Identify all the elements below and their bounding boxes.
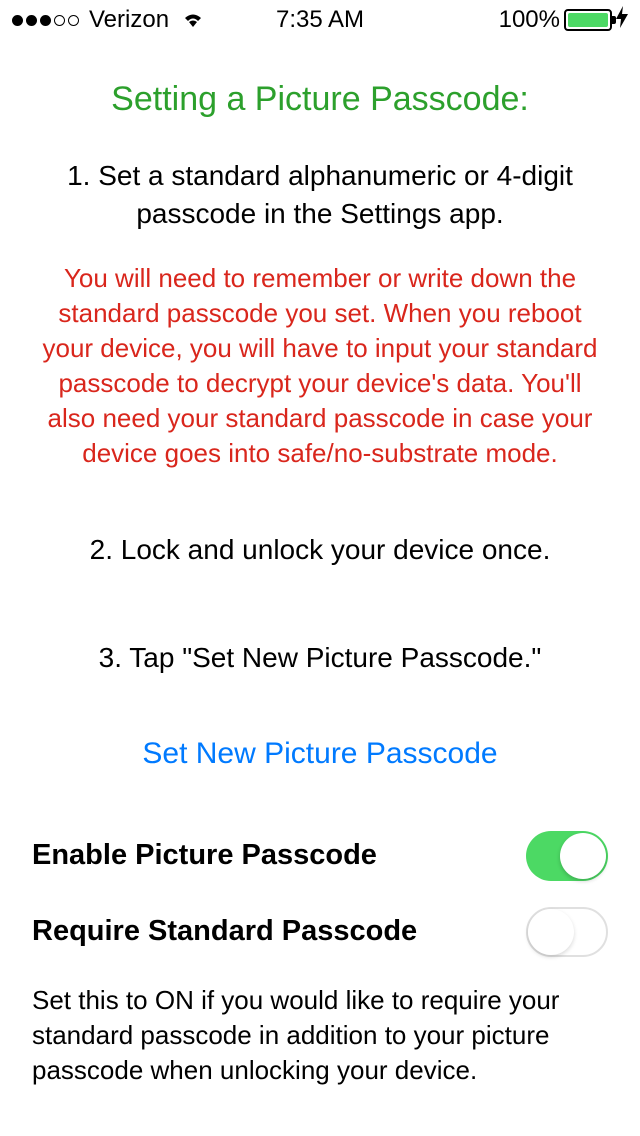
warning-text: You will need to remember or write down … [32,261,608,472]
enable-picture-passcode-toggle[interactable] [526,831,608,881]
status-bar: Verizon 7:35 AM 100% [0,0,640,40]
main-content: Setting a Picture Passcode: 1. Set a sta… [0,40,640,1088]
require-standard-passcode-label: Require Standard Passcode [32,915,417,948]
page-title: Setting a Picture Passcode: [32,80,608,119]
step-2-text: 2. Lock and unlock your device once. [32,531,608,569]
status-right: 100% [499,6,628,34]
signal-strength-icon [12,15,79,26]
step-1-text: 1. Set a standard alphanumeric or 4-digi… [32,157,608,233]
carrier-label: Verizon [89,6,169,34]
set-new-picture-passcode-button[interactable]: Set New Picture Passcode [32,737,608,771]
step-3-text: 3. Tap "Set New Picture Passcode." [32,639,608,677]
enable-picture-passcode-row: Enable Picture Passcode [32,831,608,881]
require-standard-passcode-toggle[interactable] [526,907,608,957]
status-left: Verizon [12,6,205,34]
wifi-icon [181,6,205,34]
require-standard-passcode-row: Require Standard Passcode [32,907,608,957]
battery-percent: 100% [499,6,560,34]
battery-icon [564,9,612,31]
clock: 7:35 AM [276,6,364,34]
charging-icon [616,6,628,34]
enable-picture-passcode-label: Enable Picture Passcode [32,839,377,872]
require-standard-passcode-description: Set this to ON if you would like to requ… [32,983,608,1088]
